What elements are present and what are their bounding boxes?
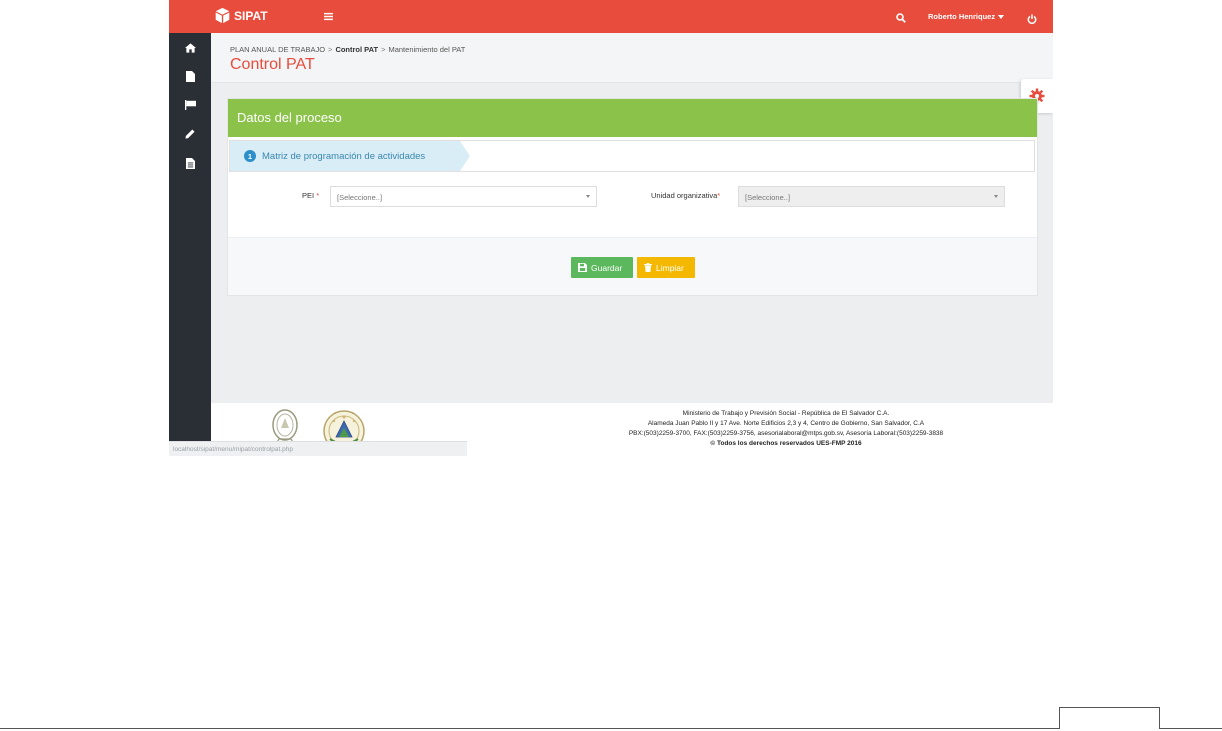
power-icon[interactable] (1027, 11, 1038, 25)
home-icon[interactable] (184, 42, 196, 54)
step-label: Matriz de programación de actividades (262, 150, 426, 162)
step-number: 1 (244, 150, 256, 162)
page-header: PLAN ANUAL DE TRABAJO > Control PAT > Manten… (211, 33, 1053, 83)
unidad-label: Unidad organizativa* (651, 191, 720, 200)
save-label: Guardar (591, 262, 623, 273)
sidebar (169, 33, 211, 441)
page-number-box (1059, 707, 1160, 729)
trash-icon (644, 263, 652, 272)
required-marker: * (717, 191, 721, 200)
breadcrumb-separator: > (381, 45, 386, 54)
step-tab-1[interactable]: 1 Matriz de programación de actividades (230, 141, 470, 171)
cube-icon (215, 7, 230, 24)
chevron-down-icon (994, 195, 998, 198)
chevron-down-icon (586, 195, 590, 198)
wizard-steps: 1 Matriz de programación de actividades (229, 140, 1035, 172)
breadcrumb-item: Mantenimiento del PAT (388, 45, 466, 54)
pei-select-value: [Seleccione..] (337, 193, 383, 202)
process-panel: Datos del proceso 1 Matriz de programaci… (227, 98, 1038, 296)
user-menu[interactable]: Roberto Henriquez (928, 12, 1005, 21)
page-title: Control PAT (230, 56, 315, 73)
unidad-select[interactable]: [Seleccione..] (738, 186, 1005, 207)
footer-line: © Todos los derechos reservados UES-FMP … (710, 440, 862, 447)
breadcrumb-item[interactable]: Control PAT (335, 45, 378, 54)
user-name: Roberto Henriquez (928, 12, 996, 21)
browser-status-bar: localhost/sipat/menu/mipat/controlpat.ph… (169, 441, 467, 456)
footer-line: Ministerio de Trabajo y Previsión Social… (682, 410, 890, 417)
breadcrumb-separator: > (328, 45, 333, 54)
pei-select[interactable]: [Seleccione..] (330, 186, 597, 207)
file-icon[interactable] (184, 70, 196, 82)
unidad-select-value: [Seleccione..] (745, 193, 791, 202)
top-navbar: SIPAT Roberto Henriquez (169, 0, 1053, 33)
breadcrumb: PLAN ANUAL DE TRABAJO > Control PAT > Manten… (230, 45, 465, 54)
app-window: SIPAT Roberto Henriquez PLAN ANUAL DE TR… (169, 0, 1053, 456)
breadcrumb-item[interactable]: PLAN ANUAL DE TRABAJO (230, 45, 325, 54)
form-area: PEI * [Seleccione..] Unidad organizativa… (228, 173, 1037, 237)
panel-title: Datos del proceso (228, 99, 1037, 137)
footer-info: Ministerio de Trabajo y Previsión Social… (511, 409, 1053, 449)
flag-icon[interactable] (184, 99, 196, 111)
document-rule (0, 728, 1222, 729)
panel-footer: Guardar Limpiar (228, 237, 1037, 295)
save-icon (578, 263, 587, 272)
document-list-icon[interactable] (184, 157, 196, 169)
required-marker: * (316, 191, 320, 200)
pei-label-text: PEI (302, 191, 315, 200)
save-button[interactable]: Guardar (571, 257, 633, 278)
unidad-label-text: Unidad organizativa (651, 191, 718, 200)
brand-name: SIPAT (234, 8, 268, 23)
pei-label: PEI * (302, 191, 319, 200)
search-icon[interactable] (896, 10, 908, 23)
clear-label: Limpiar (656, 262, 684, 273)
clear-button[interactable]: Limpiar (637, 257, 695, 278)
pencil-icon[interactable] (184, 128, 196, 140)
footer-line: PBX:(503)2259-3700, FAX:(503)2259-3756, … (628, 430, 944, 437)
brand-logo[interactable]: SIPAT (214, 7, 268, 24)
footer-line: Alameda Juan Pablo II y 17 Ave. Norte Ed… (647, 420, 925, 427)
caret-down-icon (998, 15, 1005, 20)
menu-icon[interactable] (324, 9, 333, 24)
